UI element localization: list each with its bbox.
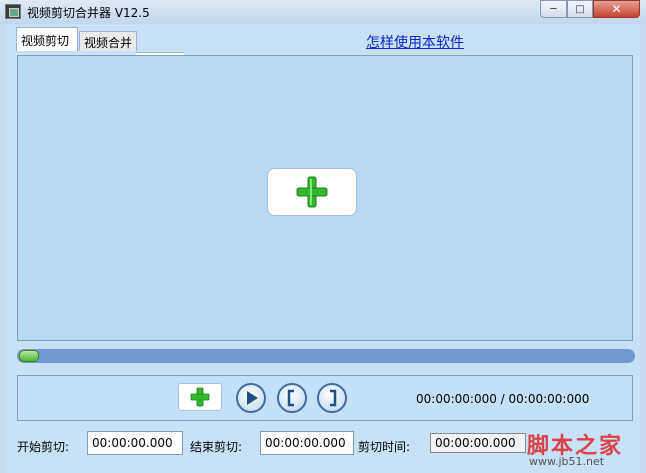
play-icon xyxy=(247,391,258,405)
cut-duration-label: 剪切时间: xyxy=(358,440,411,454)
play-button[interactable] xyxy=(236,383,266,413)
end-cut-label: 结束剪切: xyxy=(190,440,243,454)
add-video-button[interactable] xyxy=(267,168,357,216)
video-preview-area[interactable] xyxy=(17,55,633,341)
title-bar: 视频剪切合并器 V12.5 ─ □ ✕ xyxy=(0,0,646,24)
tab-video-cut[interactable]: 视频剪切 xyxy=(16,27,78,51)
mark-out-button[interactable] xyxy=(317,383,347,413)
add-file-button[interactable] xyxy=(178,383,222,411)
controls-panel: 00:00:00:000 / 00:00:00:000 xyxy=(17,375,633,421)
maximize-icon: □ xyxy=(575,3,585,15)
start-cut-field[interactable] xyxy=(87,431,183,455)
maximize-button[interactable]: □ xyxy=(567,0,593,18)
plus-icon xyxy=(190,387,210,407)
bracket-right-icon xyxy=(330,389,337,407)
end-cut-field[interactable] xyxy=(260,431,354,455)
mark-in-button[interactable] xyxy=(277,383,307,413)
cut-duration-field xyxy=(430,433,526,453)
plus-icon xyxy=(296,176,328,208)
progress-handle[interactable] xyxy=(19,350,39,362)
progress-slider[interactable] xyxy=(17,349,635,363)
watermark-url: www.jb51.net xyxy=(529,455,605,468)
watermark: 脚本之家 www.jb51.net xyxy=(521,428,639,468)
minimize-icon: ─ xyxy=(550,3,557,15)
minimize-button[interactable]: ─ xyxy=(540,0,567,18)
bracket-left-icon xyxy=(287,389,294,407)
tab-video-merge[interactable]: 视频合并 xyxy=(79,31,137,51)
close-button[interactable]: ✕ xyxy=(593,0,640,18)
main-panel: 视频剪切 视频合并 怎样使用本软件 00:00:00:000 / 00:00:0… xyxy=(6,24,640,473)
app-icon xyxy=(5,4,21,19)
time-readout: 00:00:00:000 / 00:00:00:000 xyxy=(416,392,590,406)
start-cut-label: 开始剪切: xyxy=(17,440,70,454)
close-icon: ✕ xyxy=(611,2,622,16)
window-title: 视频剪切合并器 V12.5 xyxy=(27,6,150,20)
help-link[interactable]: 怎样使用本软件 xyxy=(366,32,464,52)
